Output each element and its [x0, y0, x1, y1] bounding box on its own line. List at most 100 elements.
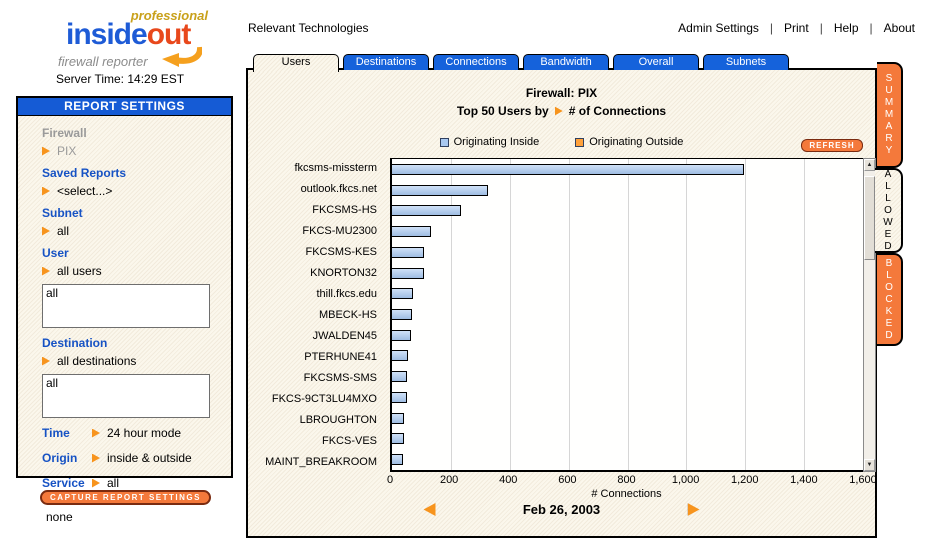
- sidebar-section-saved-reports: Saved Reports <select...>: [42, 166, 225, 198]
- link-separator: |: [870, 21, 873, 35]
- side-tab-letter: M: [885, 97, 893, 109]
- side-tab-letter: C: [885, 294, 892, 306]
- y-label-fkcs-9ct3lu4mxo: FKCS-9CT3LU4MXO: [248, 388, 384, 409]
- side-tab-letter: K: [886, 306, 893, 318]
- sidebar-value-text: inside & outside: [107, 451, 192, 465]
- bar-row-fkcsms-missterm: [392, 159, 863, 180]
- bar-fkcsms-kes[interactable]: [392, 247, 424, 258]
- sidebar-value-saved-reports[interactable]: <select...>: [42, 184, 225, 198]
- capture-report-settings-button[interactable]: CAPTURE REPORT SETTINGS: [40, 490, 211, 505]
- sidebar-footer-note: none: [46, 510, 73, 524]
- side-tab-letter: A: [886, 121, 893, 133]
- y-label-mbeck-hs: MBECK-HS: [248, 305, 384, 326]
- sidebar-label-subnet: Subnet: [42, 206, 225, 220]
- sidebar-label-destination: Destination: [42, 336, 225, 350]
- side-tab-allowed[interactable]: ALLOWED: [875, 168, 903, 253]
- side-tab-letter: O: [885, 282, 893, 294]
- side-tab-blocked[interactable]: BLOCKED: [877, 253, 903, 346]
- scrollbar-up-button[interactable]: ▲: [864, 159, 875, 171]
- chart-x-axis-label: # Connections: [390, 488, 863, 500]
- bar-row-maint-breakroom: [392, 449, 863, 470]
- logo-brand-inside: inside: [66, 18, 147, 51]
- tab-destinations[interactable]: Destinations: [343, 54, 429, 70]
- sidebar-value-origin[interactable]: inside & outside: [92, 451, 192, 465]
- y-label-pterhune41: PTERHUNE41: [248, 346, 384, 367]
- side-tab-letter: B: [886, 258, 893, 270]
- sidebar-value-text: all: [57, 224, 69, 238]
- x-tick-1-600: 1,600: [849, 474, 877, 486]
- side-tab-letter: A: [885, 169, 892, 181]
- previous-date-button[interactable]: [424, 503, 436, 516]
- bar-maint-breakroom[interactable]: [392, 454, 403, 465]
- top-link-help[interactable]: Help: [834, 21, 859, 35]
- date-navigation: Feb 26, 2003: [248, 502, 875, 517]
- x-tick-0: 0: [387, 474, 393, 486]
- top-link-print[interactable]: Print: [784, 21, 809, 35]
- destination-filter-textarea[interactable]: [42, 374, 210, 418]
- side-tab-letter: D: [884, 241, 891, 253]
- sidebar-value-subnet[interactable]: all: [42, 224, 225, 238]
- bar-fkcs-9ct3lu4mxo[interactable]: [392, 392, 407, 403]
- side-tab-letter: L: [886, 270, 892, 282]
- bar-pterhune41[interactable]: [392, 350, 408, 361]
- next-date-button[interactable]: [688, 503, 700, 516]
- x-tick-400: 400: [499, 474, 517, 486]
- sidebar-section-user: User all users: [42, 246, 225, 328]
- report-settings-content: FirewallPIX Saved Reports <select...> Subne…: [18, 116, 231, 490]
- side-tab-letter: E: [885, 229, 892, 241]
- y-label-maint-breakroom: MAINT_BREAKROOM: [248, 451, 384, 472]
- triangle-bullet-icon: [92, 479, 100, 488]
- bar-fkcs-mu2300[interactable]: [392, 226, 431, 237]
- bar-row-thill-fkcs-edu: [392, 283, 863, 304]
- tab-users[interactable]: Users: [253, 54, 339, 72]
- app-logo: professional insideout firewall reporter: [58, 8, 208, 70]
- tab-overall[interactable]: Overall: [613, 54, 699, 70]
- bar-mbeck-hs[interactable]: [392, 309, 412, 320]
- legend-label: Originating Outside: [589, 136, 683, 148]
- bar-lbroughton[interactable]: [392, 413, 404, 424]
- sidebar-section-firewall: FirewallPIX: [42, 126, 225, 158]
- top-link-about[interactable]: About: [884, 21, 915, 35]
- chart-bars: [392, 159, 863, 470]
- bar-fkcsms-sms[interactable]: [392, 371, 407, 382]
- triangle-bullet-icon: [42, 227, 50, 236]
- user-filter-textarea[interactable]: [42, 284, 210, 328]
- scrollbar-down-button[interactable]: ▼: [864, 459, 875, 471]
- sidebar-label-saved-reports: Saved Reports: [42, 166, 225, 180]
- x-tick-800: 800: [617, 474, 635, 486]
- sidebar-value-service[interactable]: all: [92, 476, 119, 490]
- triangle-bullet-icon: [42, 267, 50, 276]
- sidebar-value-text: all destinations: [57, 354, 136, 368]
- tab-connections[interactable]: Connections: [433, 54, 519, 70]
- bar-thill-fkcs-edu[interactable]: [392, 288, 413, 299]
- sidebar-section-service: Serviceall: [42, 476, 225, 490]
- tab-bandwidth[interactable]: Bandwidth: [523, 54, 609, 70]
- bar-fkcsms-missterm[interactable]: [392, 164, 744, 175]
- bar-outlook-fkcs-net[interactable]: [392, 185, 488, 196]
- sidebar-value-text: 24 hour mode: [107, 426, 181, 440]
- bar-jwalden45[interactable]: [392, 330, 411, 341]
- legend-item-originating-outside: Originating Outside: [575, 136, 683, 148]
- date-label: Feb 26, 2003: [514, 502, 610, 517]
- top-link-admin-settings[interactable]: Admin Settings: [678, 21, 759, 35]
- subtitle-selector-triangle-icon[interactable]: [555, 107, 563, 116]
- sidebar-label-user: User: [42, 246, 225, 260]
- y-label-knorton32: KNORTON32: [248, 263, 384, 284]
- sidebar-section-time: Time 24 hour mode: [42, 426, 225, 440]
- side-tab-summary[interactable]: SUMMARY: [877, 62, 903, 168]
- legend-swatch-icon: [440, 138, 449, 147]
- bar-fkcs-ves[interactable]: [392, 433, 404, 444]
- side-tab-letter: M: [885, 109, 893, 121]
- side-tab-letter: S: [886, 73, 893, 85]
- sidebar-label-time: Time: [42, 426, 92, 440]
- scrollbar-thumb[interactable]: [864, 176, 875, 260]
- sidebar-value-time[interactable]: 24 hour mode: [92, 426, 181, 440]
- sidebar-value-user[interactable]: all users: [42, 264, 225, 278]
- y-label-lbroughton: LBROUGHTON: [248, 409, 384, 430]
- refresh-button[interactable]: REFRESH: [801, 139, 863, 152]
- bar-knorton32[interactable]: [392, 268, 424, 279]
- sidebar-value-destination[interactable]: all destinations: [42, 354, 225, 368]
- tab-subnets[interactable]: Subnets: [703, 54, 789, 70]
- bar-row-fkcs-mu2300: [392, 221, 863, 242]
- bar-fkcsms-hs[interactable]: [392, 205, 461, 216]
